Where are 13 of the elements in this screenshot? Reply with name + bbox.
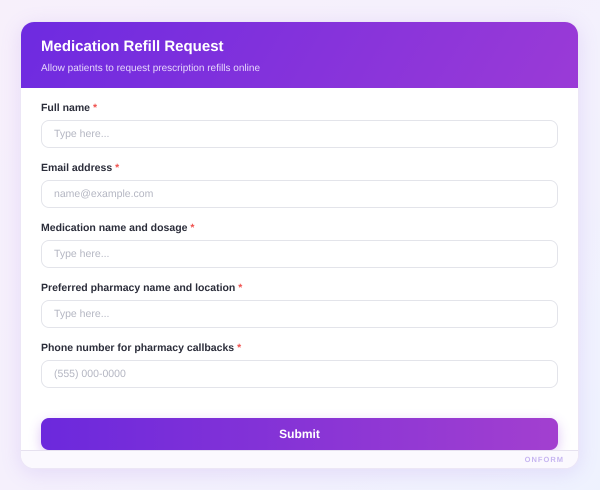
field-label: Phone number for pharmacy callbacks * (41, 342, 242, 354)
input-field[interactable]: Type here... (41, 240, 558, 268)
field-label: Preferred pharmacy name and location * (41, 282, 244, 294)
field-label: Medication name and dosage * (41, 222, 196, 234)
form-subtitle: Allow patients to request prescription refills online (41, 63, 261, 74)
submit-button[interactable]: Submit (41, 418, 558, 450)
field-label: Email address * (41, 162, 120, 174)
input-field[interactable]: name@example.com (41, 180, 558, 208)
input-field[interactable]: (555) 000-0000 (41, 360, 558, 388)
field-label: Full name * (41, 102, 98, 114)
form-title: Medication Refill Request (41, 38, 225, 55)
input-field[interactable]: Type here... (41, 120, 558, 148)
input-field[interactable]: Type here... (41, 300, 558, 328)
